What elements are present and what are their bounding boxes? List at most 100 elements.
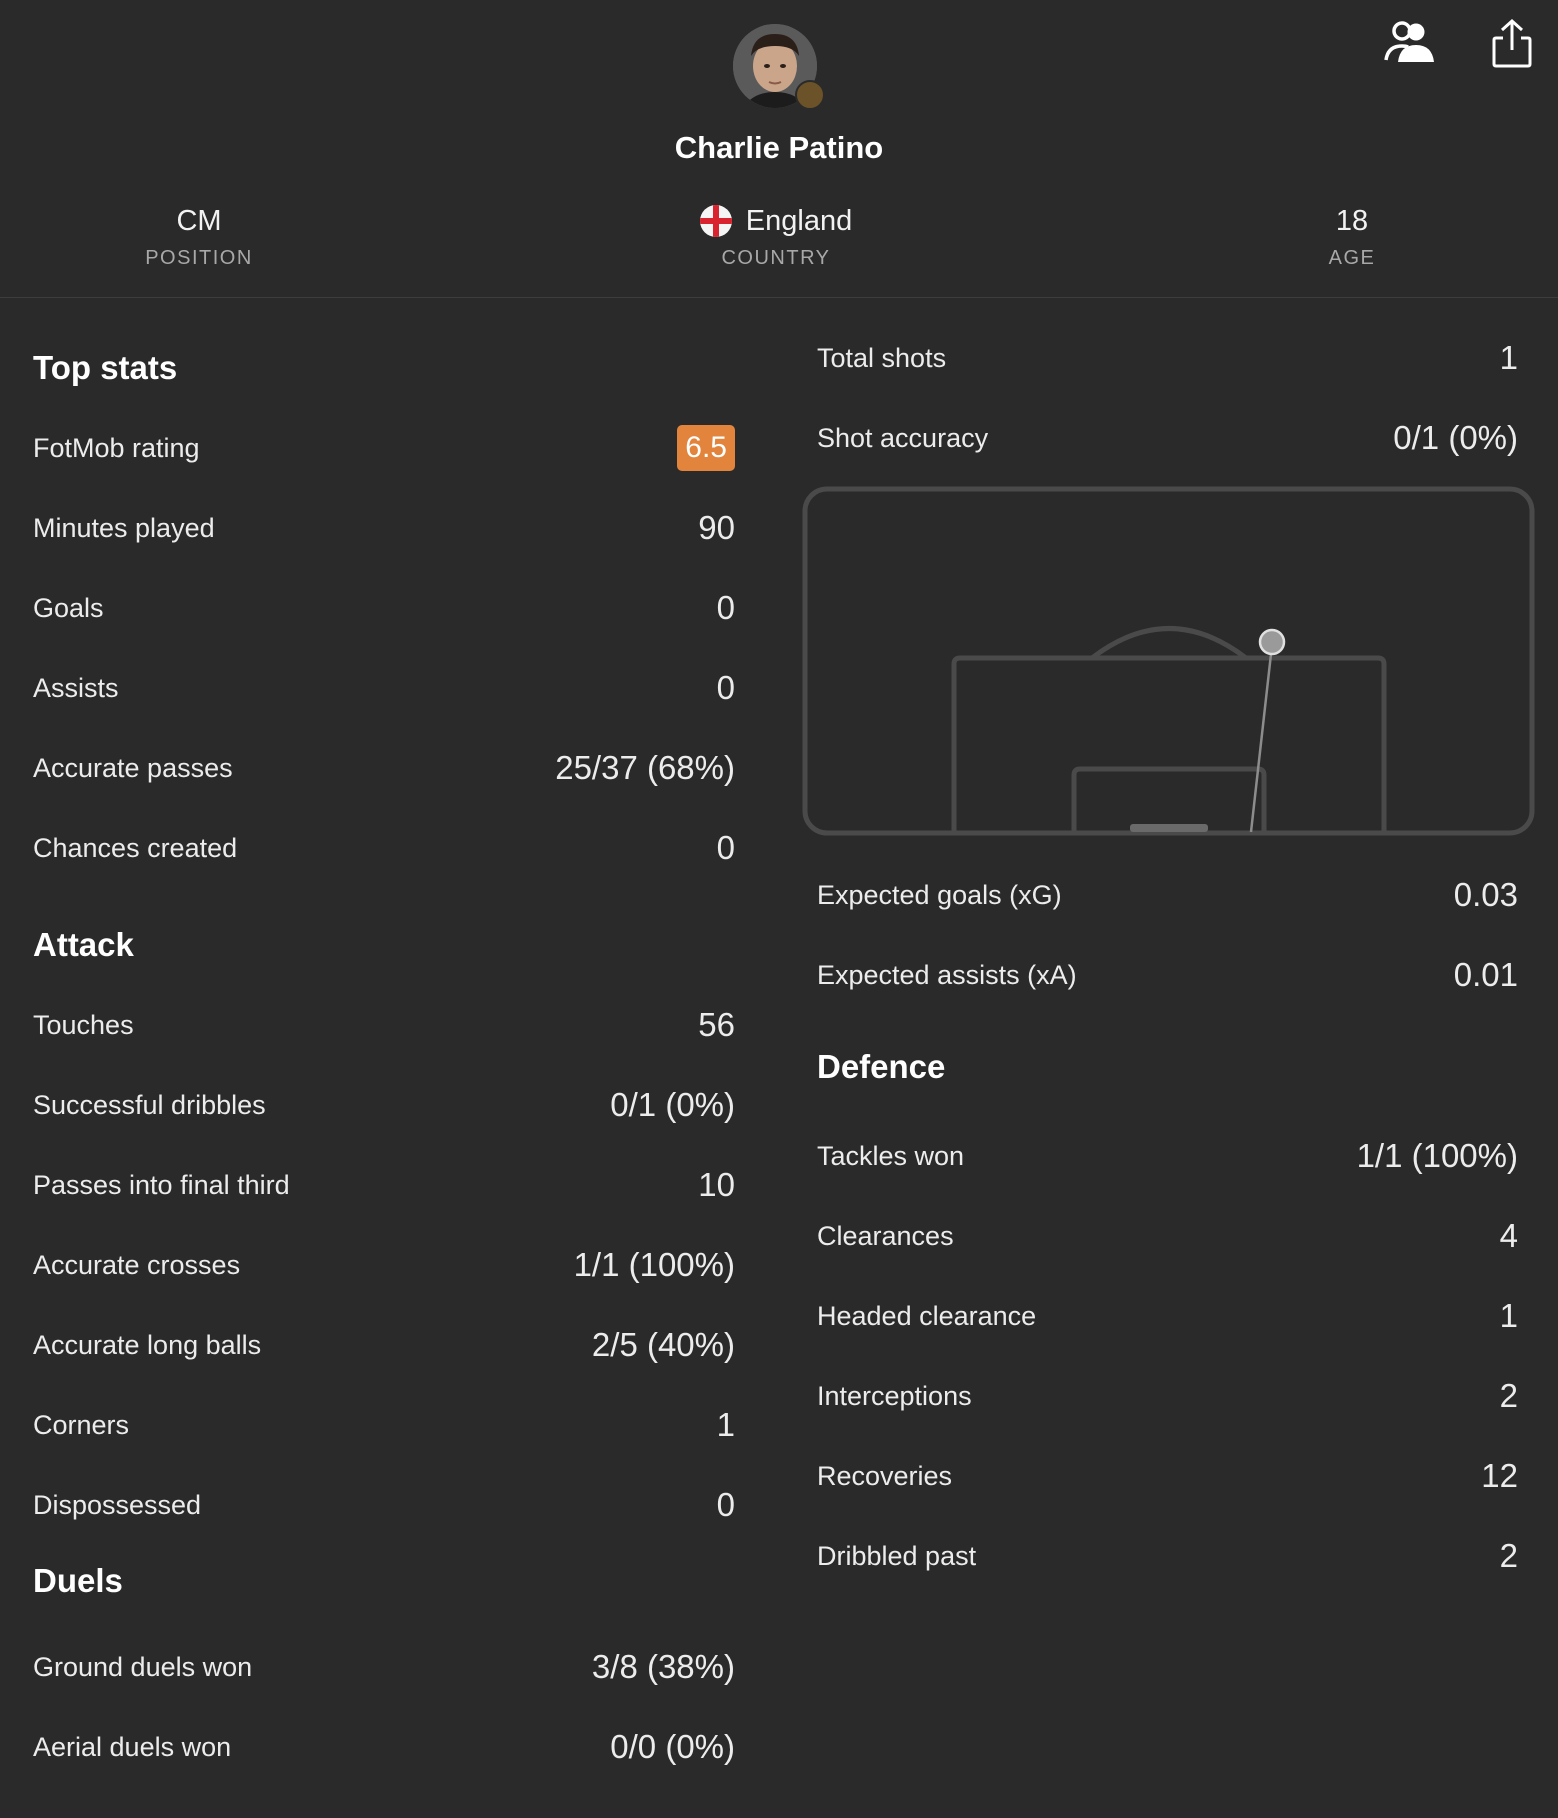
stat-value: 4 (1499, 1217, 1518, 1254)
stat-value: 1 (716, 1406, 735, 1443)
stat-row: Tackles won 1/1 (100%) (817, 1116, 1518, 1196)
stat-value: 0.03 (1453, 876, 1518, 913)
player-name: Charlie Patino (674, 130, 884, 165)
stat-name: Touches (33, 1009, 134, 1040)
stat-value: 25/37 (68%) (555, 749, 735, 786)
section-title-attack: Attack (33, 926, 134, 963)
profile-icon[interactable] (1384, 18, 1436, 71)
section-title-defence: Defence (817, 1048, 946, 1085)
stat-name: Goals (33, 592, 104, 623)
stat-name: Dribbled past (817, 1540, 977, 1571)
age-value: 18 (1335, 204, 1369, 237)
stat-row: Successful dribbles 0/1 (0%) (33, 1065, 735, 1145)
player-match-stats-page: Charlie Patino CM POSITION England COUNT… (0, 0, 1558, 1818)
shot-marker (1258, 628, 1286, 656)
team-badge-icon (795, 80, 825, 110)
stat-value: 2/5 (40%) (591, 1326, 735, 1363)
right-column: Total shots 1 Shot accuracy 0/1 (0%) Exp… (802, 298, 1535, 1596)
stat-value: 0 (716, 589, 735, 626)
stat-name: Recoveries (817, 1460, 953, 1491)
section-title-top-stats: Top stats (33, 349, 178, 386)
stat-name: Accurate crosses (33, 1249, 241, 1280)
stat-value: 56 (698, 1006, 735, 1043)
left-column: Top stats FotMob rating 6.5 Minutes play… (33, 298, 735, 1787)
stat-row: Headed clearance 1 (817, 1276, 1518, 1356)
stat-name: Clearances (817, 1220, 954, 1251)
stat-row: Expected goals (xG) 0.03 (817, 855, 1518, 935)
stat-value: 3/8 (38%) (591, 1648, 735, 1685)
stat-name: Total shots (817, 342, 947, 373)
stat-name: Aerial duels won (33, 1731, 232, 1762)
stat-row: Shot accuracy 0/1 (0%) (817, 398, 1518, 478)
share-icon[interactable] (1490, 18, 1534, 75)
stat-row: Expected assists (xA) 0.01 (817, 935, 1518, 1015)
stat-name: Successful dribbles (33, 1089, 266, 1120)
stat-row: Accurate crosses 1/1 (100%) (33, 1225, 735, 1305)
pitch-outline (802, 486, 1535, 836)
stat-value: 12 (1481, 1457, 1518, 1494)
stat-value: 0 (716, 829, 735, 866)
stat-name: Dispossessed (33, 1489, 202, 1520)
stat-name: Accurate long balls (33, 1329, 262, 1360)
stat-name: Expected goals (xG) (817, 879, 1062, 910)
six-yard-box (1071, 766, 1267, 832)
penalty-box (951, 655, 1387, 832)
stat-row: Minutes played 90 (33, 488, 735, 568)
stat-name: Shot accuracy (817, 422, 989, 453)
stat-value: 1/1 (100%) (1356, 1137, 1518, 1174)
stat-row: Goals 0 (33, 568, 735, 648)
stat-row: Dispossessed 0 (33, 1465, 735, 1545)
stat-value: 0.01 (1453, 956, 1518, 993)
stat-value: 2 (1499, 1537, 1518, 1574)
stat-name: Interceptions (817, 1380, 972, 1411)
stat-row: Recoveries 12 (817, 1436, 1518, 1516)
stat-name: Minutes played (33, 512, 215, 543)
info-position: CM POSITION (0, 203, 399, 270)
stat-row: Clearances 4 (817, 1196, 1518, 1276)
stat-name: Headed clearance (817, 1300, 1037, 1331)
shot-trajectory (1249, 653, 1273, 833)
stat-name: Passes into final third (33, 1169, 290, 1200)
stat-row: Corners 1 (33, 1385, 735, 1465)
stat-row: Aerial duels won 0/0 (0%) (33, 1707, 735, 1787)
position-label: POSITION (145, 247, 253, 269)
england-flag-icon (699, 205, 732, 237)
stat-name: Assists (33, 672, 119, 703)
goal (1130, 824, 1208, 832)
stat-row: Accurate passes 25/37 (68%) (33, 728, 735, 808)
country-value: England (745, 204, 853, 237)
stat-value: 1 (1499, 339, 1518, 376)
stat-row: Assists 0 (33, 648, 735, 728)
stat-name: FotMob rating (33, 432, 200, 463)
stat-name: Ground duels won (33, 1651, 253, 1682)
stat-value: 0 (716, 1486, 735, 1523)
stat-row: Dribbled past 2 (817, 1516, 1518, 1596)
stat-value: 90 (698, 509, 735, 546)
stat-value: 0/0 (0%) (610, 1728, 735, 1765)
stat-value: 0/1 (0%) (1393, 419, 1518, 456)
rating-badge: 6.5 (677, 425, 735, 471)
age-label: AGE (1328, 247, 1376, 269)
stat-value: 1 (1499, 1297, 1518, 1334)
stat-name: Corners (33, 1409, 130, 1440)
stat-row: Ground duels won 3/8 (38%) (33, 1627, 735, 1707)
stat-value: 0 (716, 669, 735, 706)
stat-row: Touches 56 (33, 985, 735, 1065)
stat-row: Total shots 1 (817, 318, 1518, 398)
player-header: Charlie Patino CM POSITION England COUNT… (0, 0, 1558, 298)
stat-name: Tackles won (817, 1140, 965, 1171)
stat-value: 2 (1499, 1377, 1518, 1414)
info-age: 18 AGE (1152, 203, 1552, 270)
shot-map[interactable] (802, 486, 1537, 838)
stat-value: 10 (698, 1166, 735, 1203)
country-label: COUNTRY (721, 247, 831, 269)
stat-row: Accurate long balls 2/5 (40%) (33, 1305, 735, 1385)
stat-name: Chances created (33, 832, 238, 863)
stat-row: Passes into final third 10 (33, 1145, 735, 1225)
info-country[interactable]: England COUNTRY (576, 203, 976, 270)
stat-row: FotMob rating 6.5 (33, 408, 735, 488)
stat-value: 1/1 (100%) (573, 1246, 735, 1283)
penalty-arc (1090, 626, 1248, 660)
position-value: CM (176, 204, 222, 237)
stat-row: Chances created 0 (33, 808, 735, 888)
